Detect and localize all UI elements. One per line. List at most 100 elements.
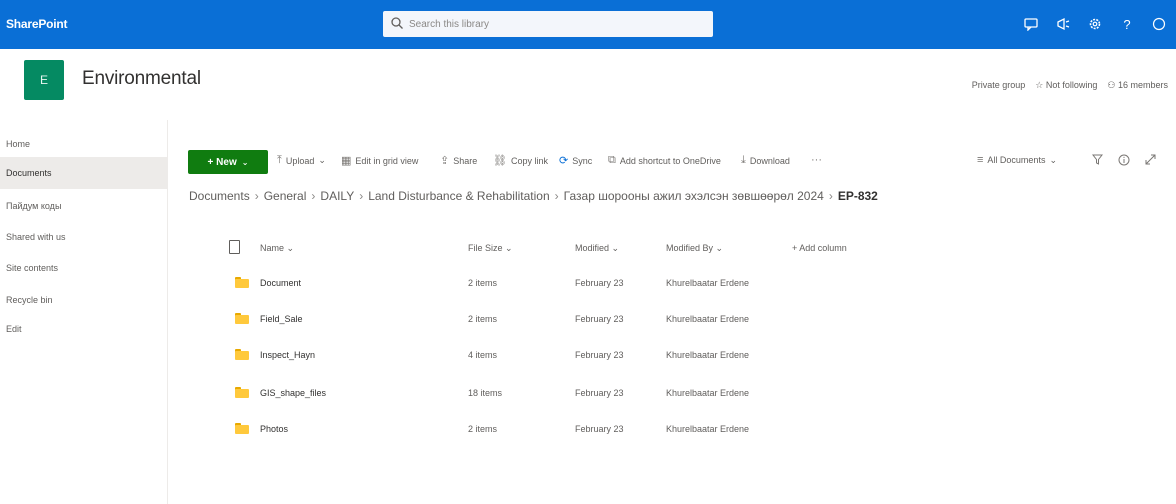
chevron-right-icon: ›	[554, 189, 559, 203]
sync-label: Sync	[572, 155, 593, 166]
row-modified: February 23	[575, 388, 624, 398]
download-icon: ⤓	[741, 154, 746, 166]
row-file-size: 2 items	[468, 278, 498, 288]
suite-icons: ?	[1022, 15, 1168, 33]
help-icon[interactable]: ?	[1118, 15, 1136, 33]
nav-item-edit[interactable]: Edit	[0, 313, 167, 345]
chevron-down-icon: ⌄	[286, 243, 295, 253]
onedrive-shortcut-label: Add shortcut to OneDrive	[619, 155, 721, 166]
command-bar: + New ⌄ ⤒ Upload ⌄ ▦ Edit in grid view ⇪…	[185, 148, 1170, 174]
megaphone-icon[interactable]	[1054, 15, 1072, 33]
view-label: All Documents	[987, 155, 1046, 165]
app-launcher-title[interactable]: SharePoint	[6, 17, 68, 31]
chevron-down-icon: ⌄	[241, 157, 249, 167]
site-title[interactable]: Environmental	[82, 68, 201, 90]
breadcrumb-item[interactable]: Documents	[189, 189, 250, 203]
nav-item-documents[interactable]: Documents	[0, 157, 167, 189]
row-modified-by: Khurelbaatar Erdene	[666, 388, 750, 398]
list-view-icon: ≡	[977, 154, 984, 166]
grid-view-button[interactable]: ▦ Edit in grid view	[341, 154, 418, 167]
info-button[interactable]	[1118, 154, 1130, 166]
sync-button[interactable]: ⟳ Sync	[559, 154, 592, 167]
breadcrumb-current: EP-832	[837, 189, 878, 203]
search-input[interactable]	[409, 15, 699, 33]
chevron-down-icon: ⌄	[715, 243, 724, 253]
file-type-icon[interactable]	[229, 240, 240, 254]
breadcrumb-item[interactable]: DAILY	[320, 189, 354, 203]
breadcrumb-item[interactable]: Газар шорооны ажил эхэлсэн зөвшөөрөл 202…	[564, 189, 824, 203]
filter-icon	[1092, 154, 1103, 165]
chevron-right-icon: ›	[828, 189, 833, 203]
breadcrumb-item[interactable]: Land Disturbance & Rehabilitation	[368, 189, 549, 203]
row-modified: February 23	[575, 350, 624, 360]
row-name[interactable]: Document	[260, 278, 301, 288]
chevron-down-icon: ⌄	[611, 243, 620, 253]
nav-item-recycle-bin[interactable]: Recycle bin	[0, 284, 167, 316]
row-name[interactable]: Photos	[260, 424, 288, 434]
nav-item-custom[interactable]: Пайдум коды	[0, 190, 167, 222]
column-header-label: File Size	[468, 243, 503, 253]
chevron-down-icon: ⌄	[318, 155, 326, 165]
onedrive-shortcut-button[interactable]: ⧉ Add shortcut to OneDrive	[608, 154, 721, 167]
folder-icon	[235, 349, 249, 360]
nav-item-shared-with-us[interactable]: Shared with us	[0, 221, 167, 253]
sync-icon: ⟳	[559, 155, 569, 167]
table-row[interactable]: GIS_shape_files 18 items February 23 Khu…	[229, 378, 1109, 408]
chat-icon[interactable]	[1022, 15, 1040, 33]
chevron-down-icon: ⌄	[505, 243, 513, 253]
row-file-size: 2 items	[468, 424, 498, 434]
expand-icon	[1145, 154, 1156, 165]
table-row[interactable]: Field_Sale 2 items February 23 Khurelbaa…	[229, 304, 1109, 334]
row-modified: February 23	[575, 314, 624, 324]
share-button[interactable]: ⇪ Share	[440, 154, 477, 167]
filter-button[interactable]	[1092, 154, 1103, 165]
search-icon	[391, 17, 403, 29]
more-button[interactable]: ···	[811, 154, 822, 166]
group-privacy-label: Private group	[971, 80, 1026, 90]
share-label: Share	[453, 155, 478, 166]
row-modified-by: Khurelbaatar Erdene	[666, 350, 750, 360]
star-icon: ☆	[1035, 80, 1046, 90]
column-header-label: Modified By	[666, 243, 714, 253]
breadcrumb-item[interactable]: General	[264, 189, 307, 203]
site-actions: Private group ☆ Not following ⚇ 16 membe…	[972, 80, 1168, 91]
members-button[interactable]: ⚇ 16 members	[1107, 80, 1168, 91]
search-box[interactable]	[383, 11, 713, 37]
chevron-right-icon: ›	[359, 189, 364, 203]
copy-link-button[interactable]: ⛓ Copy link	[493, 154, 548, 167]
view-selector[interactable]: ≡ All Documents ⌄	[977, 154, 1057, 166]
suite-bar: SharePoint ?	[0, 0, 1176, 49]
breadcrumb: Documents › General › DAILY › Land Disturbance…	[189, 189, 878, 203]
members-label: 16 members	[1117, 80, 1168, 90]
expand-button[interactable]	[1145, 154, 1156, 165]
follow-label: Not following	[1045, 80, 1098, 90]
row-name[interactable]: GIS_shape_files	[260, 388, 326, 398]
table-row[interactable]: Document 2 items February 23 Khurelbaata…	[229, 268, 1109, 298]
table-row[interactable]: Inspect_Hayn 4 items February 23 Khurelb…	[229, 340, 1109, 370]
gear-icon[interactable]	[1086, 15, 1104, 33]
table-row[interactable]: Photos 2 items February 23 Khurelbaatar …	[229, 414, 1109, 444]
column-header-name[interactable]: Name ⌄	[260, 243, 294, 254]
upload-label: Upload	[285, 155, 315, 166]
add-column-button[interactable]: + Add column	[792, 243, 847, 253]
row-name[interactable]: Field_Sale	[260, 314, 303, 324]
account-icon[interactable]	[1150, 15, 1168, 33]
info-icon	[1118, 154, 1130, 166]
folder-icon	[235, 387, 249, 398]
download-button[interactable]: ⤓ Download	[741, 154, 790, 167]
onedrive-shortcut-icon: ⧉	[608, 154, 616, 166]
site-logo[interactable]: E	[24, 60, 64, 100]
nav-item-home[interactable]: Home	[0, 128, 167, 160]
upload-button[interactable]: ⤒ Upload ⌄	[277, 154, 326, 167]
row-name[interactable]: Inspect_Hayn	[260, 350, 315, 360]
new-label: + New	[207, 156, 237, 168]
row-modified-by: Khurelbaatar Erdene	[666, 278, 750, 288]
row-modified-by: Khurelbaatar Erdene	[666, 314, 750, 324]
column-header-modified[interactable]: Modified ⌄	[575, 243, 619, 254]
new-button[interactable]: + New ⌄	[188, 150, 268, 174]
column-header-modified-by[interactable]: Modified By ⌄	[666, 243, 723, 254]
follow-button[interactable]: ☆ Not following	[1035, 80, 1097, 91]
column-header-file-size[interactable]: File Size ⌄	[468, 243, 513, 254]
nav-item-site-contents[interactable]: Site contents	[0, 252, 167, 284]
download-label: Download	[749, 155, 790, 166]
